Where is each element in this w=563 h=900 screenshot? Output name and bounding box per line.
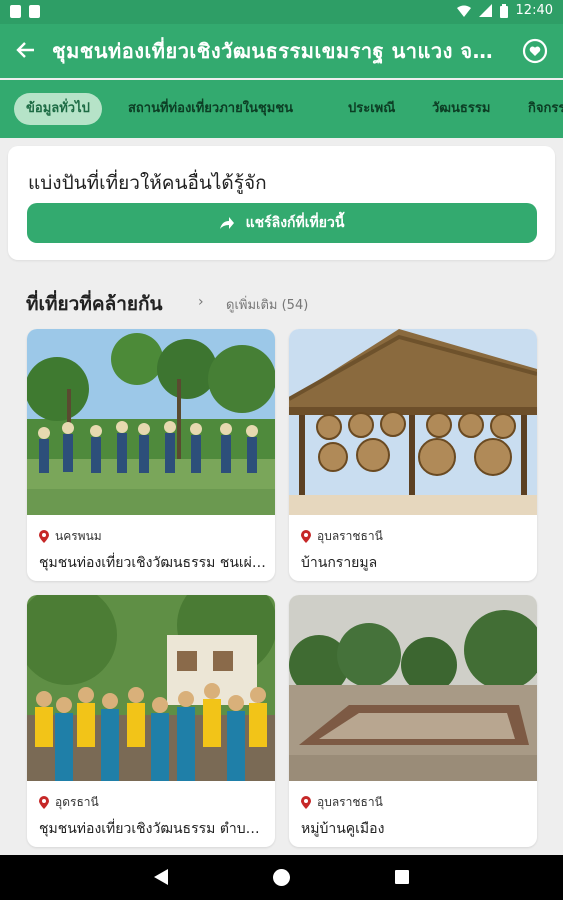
tab-culture[interactable]: วัฒนธรรม bbox=[420, 93, 502, 125]
place-card[interactable]: นครพนม ชุมชนท่องเที่ยวเชิงวัฒนธรรม ชนเผ่… bbox=[27, 329, 275, 581]
share-button-label: แชร์ลิงก์ที่เที่ยวนี้ bbox=[245, 215, 345, 231]
tab-community-attractions[interactable]: สถานที่ท่องเที่ยวภายในชุมชน bbox=[116, 93, 305, 125]
place-photo bbox=[289, 329, 537, 515]
share-card: แบ่งปันที่เที่ยวให้คนอื่นได้รู้จัก แชร์ล… bbox=[8, 146, 555, 260]
place-card[interactable]: อุบลราชธานี บ้านกรายมูล bbox=[289, 329, 537, 581]
page-title: ชุมชนท่องเที่ยวเชิงวัฒนธรรมเขมราฐ นาแวง … bbox=[52, 39, 494, 63]
nav-home-icon[interactable] bbox=[273, 869, 290, 886]
see-more-link[interactable]: ดูเพิ่มเติม (54) bbox=[226, 294, 308, 315]
place-province: อุบลราชธานี bbox=[317, 529, 383, 543]
similar-places-title: ที่เที่ยวที่คล้ายกัน bbox=[26, 293, 163, 315]
favorite-button[interactable] bbox=[521, 37, 549, 65]
place-card[interactable]: อุดรธานี ชุมชนท่องเที่ยวเชิงวัฒนธรรม ตำบ… bbox=[27, 595, 275, 847]
chevron-right-icon: › bbox=[198, 294, 204, 310]
place-province: อุดรธานี bbox=[55, 795, 99, 809]
share-arrow-icon bbox=[219, 217, 234, 229]
place-card[interactable]: อุบลราชธานี หมู่บ้านคูเมือง bbox=[289, 595, 537, 847]
place-name: บ้านกรายมูล bbox=[301, 555, 378, 571]
nav-recents-icon[interactable] bbox=[395, 870, 409, 884]
place-photo bbox=[289, 595, 537, 781]
status-bar: 12:40 bbox=[0, 0, 563, 24]
share-heading: แบ่งปันที่เที่ยวให้คนอื่นได้รู้จัก bbox=[28, 172, 267, 194]
location-pin-icon bbox=[301, 530, 311, 543]
signal-icon bbox=[478, 4, 492, 17]
nav-back-icon[interactable] bbox=[154, 869, 168, 885]
wifi-icon bbox=[456, 5, 471, 17]
place-name: ชุมชนท่องเที่ยวเชิงวัฒนธรรม ตำบลบ้านเชีย… bbox=[39, 821, 267, 837]
system-nav-bar bbox=[0, 855, 563, 900]
tab-activities[interactable]: กิจกรรม bbox=[516, 93, 563, 125]
app-bar: ชุมชนท่องเที่ยวเชิงวัฒนธรรมเขมราฐ นาแวง … bbox=[0, 24, 563, 78]
sd-card-icon bbox=[29, 5, 40, 18]
place-photo bbox=[27, 329, 275, 515]
share-link-button[interactable]: แชร์ลิงก์ที่เที่ยวนี้ bbox=[27, 203, 537, 243]
place-location: นครพนม bbox=[39, 527, 102, 546]
place-province: อุบลราชธานี bbox=[317, 795, 383, 809]
location-pin-icon bbox=[39, 796, 49, 809]
place-province: นครพนม bbox=[55, 529, 102, 543]
place-name: ชุมชนท่องเที่ยวเชิงวัฒนธรรม ชนเผ่าไทกะเล… bbox=[39, 555, 267, 571]
place-name: หมู่บ้านคูเมือง bbox=[301, 821, 385, 837]
status-time: 12:40 bbox=[515, 3, 553, 18]
place-photo bbox=[27, 595, 275, 781]
battery-icon bbox=[499, 3, 508, 18]
location-pin-icon bbox=[301, 796, 311, 809]
place-location: อุบลราชธานี bbox=[301, 527, 383, 546]
notification-icon bbox=[10, 5, 21, 18]
tab-general-info[interactable]: ข้อมูลทั่วไป bbox=[14, 93, 102, 125]
back-arrow-icon[interactable] bbox=[16, 36, 36, 68]
heart-icon bbox=[522, 38, 548, 64]
tab-traditions[interactable]: ประเพณี bbox=[336, 93, 407, 125]
place-location: อุบลราชธานี bbox=[301, 793, 383, 812]
place-location: อุดรธานี bbox=[39, 793, 99, 812]
location-pin-icon bbox=[39, 530, 49, 543]
tab-bar: ข้อมูลทั่วไป สถานที่ท่องเที่ยวภายในชุมชน… bbox=[0, 80, 563, 138]
